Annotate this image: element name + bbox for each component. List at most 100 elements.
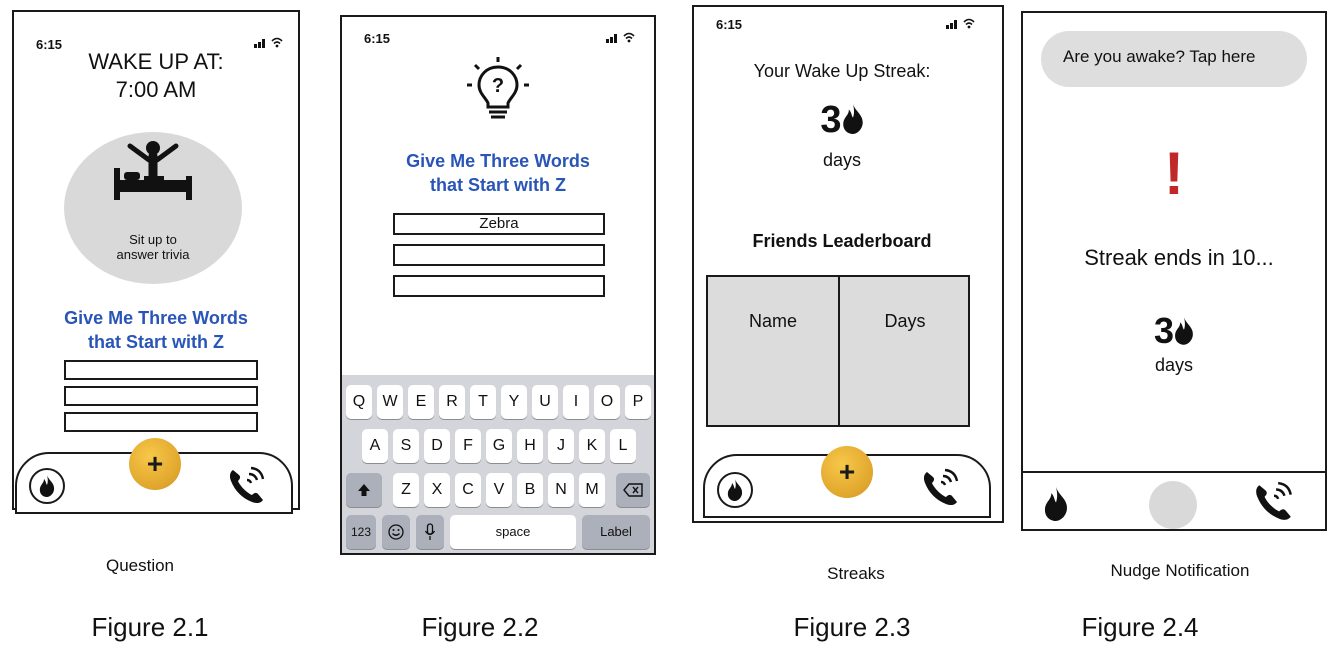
sit-up-circle[interactable]: Sit up to answer trivia (64, 132, 242, 284)
answer-field-1[interactable]: Zebra (393, 213, 605, 235)
delete-key[interactable] (616, 473, 650, 507)
key-v[interactable]: V (486, 473, 512, 507)
streak-tab[interactable] (717, 472, 753, 508)
key-k[interactable]: K (579, 429, 605, 463)
key-f[interactable]: F (455, 429, 481, 463)
key-q[interactable]: Q (346, 385, 372, 419)
key-i[interactable]: I (563, 385, 589, 419)
lightbulb-question-icon: ? (467, 57, 529, 119)
key-b[interactable]: B (517, 473, 543, 507)
flame-icon[interactable] (1043, 487, 1069, 521)
answer-field-2[interactable] (393, 244, 605, 266)
home-button[interactable] (1149, 481, 1197, 529)
space-key[interactable]: space (450, 515, 576, 549)
question-line1: Give Me Three Words (406, 151, 590, 171)
key-u[interactable]: U (532, 385, 558, 419)
screen-nudge: Are you awake? Tap here ! Streak ends in… (1021, 11, 1327, 531)
key-h[interactable]: H (517, 429, 543, 463)
emoji-icon (388, 524, 404, 540)
key-z[interactable]: Z (393, 473, 419, 507)
leaderboard-title: Friends Leaderboard (752, 231, 932, 251)
streak-tab[interactable] (29, 468, 65, 504)
key-a[interactable]: A (362, 429, 388, 463)
caption-streaks: Streaks (827, 564, 885, 583)
key-j[interactable]: J (548, 429, 574, 463)
wake-time: 7:00 AM (115, 77, 197, 102)
key-w[interactable]: W (377, 385, 403, 419)
add-button[interactable]: + (821, 446, 873, 498)
streak-unit: days (1154, 355, 1194, 375)
phone-call-icon (229, 466, 265, 504)
nudge-notification[interactable]: Are you awake? Tap here (1041, 31, 1307, 87)
key-y[interactable]: Y (501, 385, 527, 419)
backspace-icon (623, 483, 643, 497)
flame-icon (1175, 317, 1193, 345)
key-c[interactable]: C (455, 473, 481, 507)
caption-question: Question (105, 556, 175, 575)
call-tab[interactable] (225, 464, 269, 513)
leaderboard-divider (838, 277, 840, 425)
return-key[interactable]: Label (582, 515, 650, 549)
streak-title: Your Wake Up Streak: (753, 61, 931, 81)
status-time: 6:15 (716, 17, 743, 32)
question-title: Give Me Three Words that Start with Z (14, 306, 298, 354)
key-s[interactable]: S (393, 429, 419, 463)
leaderboard-table: Name Days (706, 275, 970, 427)
circle-text-line1: Sit up to (129, 232, 177, 247)
countdown-text: Streak ends in 10... (1084, 245, 1274, 270)
flame-icon (39, 475, 55, 497)
answer-field-3[interactable] (393, 275, 605, 297)
notification-text: Are you awake? Tap here (1063, 47, 1256, 66)
key-r[interactable]: R (439, 385, 465, 419)
question-line2: that Start with Z (88, 332, 224, 352)
streak-count: 3 (694, 99, 990, 141)
circle-instruction: Sit up to answer trivia (64, 232, 242, 262)
key-t[interactable]: T (470, 385, 496, 419)
key-l[interactable]: L (610, 429, 636, 463)
key-d[interactable]: D (424, 429, 450, 463)
svg-text:?: ? (492, 75, 504, 97)
screen-answer-keyboard: 6:15 ? Give Me Three Words that Start wi… (340, 15, 656, 555)
shift-arrow-icon (358, 483, 370, 496)
signal-wifi-icon (946, 17, 976, 32)
question-title: Give Me Three Words that Start with Z (342, 149, 654, 197)
screen-question: 6:15 WAKE UP AT: 7:00 AM Sit up to answe… (12, 10, 300, 510)
add-button[interactable]: + (129, 438, 181, 490)
key-x[interactable]: X (424, 473, 450, 507)
key-p[interactable]: P (625, 385, 651, 419)
figure-2-3: Figure 2.3 (793, 612, 911, 642)
column-days: Days (884, 311, 926, 331)
answer-field-2[interactable] (64, 386, 258, 406)
key-o[interactable]: O (594, 385, 620, 419)
emoji-key[interactable] (382, 515, 410, 549)
streak-value: 3 (1153, 310, 1175, 351)
caption-nudge: Nudge Notification (1110, 561, 1250, 580)
tab-bar: + (15, 438, 293, 514)
key-e[interactable]: E (408, 385, 434, 419)
numbers-key[interactable]: 123 (346, 515, 376, 549)
bottom-bar (1023, 471, 1325, 531)
shift-key[interactable] (346, 473, 382, 507)
call-tab[interactable] (919, 466, 963, 515)
dictation-key[interactable] (416, 515, 444, 549)
phone-call-icon (923, 468, 959, 506)
streak-value: 3 (820, 99, 842, 141)
column-name: Name (748, 311, 797, 331)
answer-field-3[interactable] (64, 412, 258, 432)
question-line2: that Start with Z (430, 175, 566, 195)
question-line1: Give Me Three Words (64, 308, 248, 328)
phone-call-icon[interactable] (1251, 479, 1297, 525)
flame-icon (727, 479, 743, 501)
tab-bar: + (703, 446, 991, 518)
figure-2-2: Figure 2.2 (421, 612, 539, 642)
wake-title-line1: WAKE UP AT: (88, 49, 224, 74)
figure-2-4: Figure 2.4 (1081, 612, 1199, 642)
key-g[interactable]: G (486, 429, 512, 463)
key-n[interactable]: N (548, 473, 574, 507)
streak-count: 3 (1023, 311, 1325, 351)
key-m[interactable]: M (579, 473, 605, 507)
flame-icon (842, 104, 863, 134)
figure-2-1: Figure 2.1 (91, 612, 209, 642)
alert-mark: ! (1164, 140, 1184, 207)
answer-field-1[interactable] (64, 360, 258, 380)
